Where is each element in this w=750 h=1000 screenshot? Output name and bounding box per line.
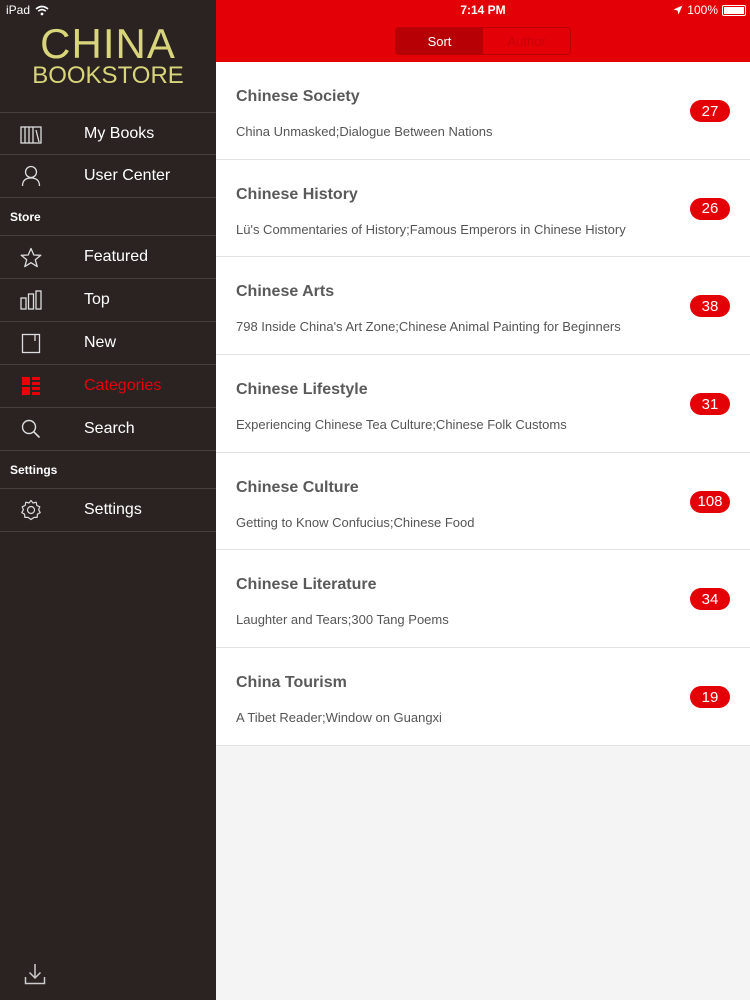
sidebar-item-top[interactable]: Top	[0, 279, 216, 322]
sidebar-item-label: Search	[84, 420, 135, 437]
list-item[interactable]: Chinese Society China Unmasked;Dialogue …	[216, 62, 750, 160]
status-time: 7:14 PM	[460, 3, 506, 17]
books-icon	[0, 112, 84, 155]
sidebar: iPad CHINA BOOKSTORE My Books User Cente…	[0, 0, 216, 1000]
category-subtitle: China Unmasked;Dialogue Between Nations	[236, 124, 493, 139]
author-tab[interactable]: Author	[483, 28, 570, 54]
category-subtitle: A Tibet Reader;Window on Guangxi	[236, 710, 442, 726]
category-subtitle: Laughter and Tears;300 Tang Poems	[236, 612, 449, 628]
sidebar-item-settings[interactable]: Settings	[0, 489, 216, 532]
count-badge: 27	[690, 100, 730, 122]
sort-tab[interactable]: Sort	[396, 28, 483, 54]
section-header-settings: Settings	[0, 451, 216, 489]
count-badge: 108	[690, 490, 730, 513]
sidebar-item-my-books[interactable]: My Books	[0, 112, 216, 155]
logo-line2: BOOKSTORE	[32, 62, 184, 89]
logo-line1: CHINA	[40, 20, 176, 67]
list-item[interactable]: China Tourism A Tibet Reader;Window on G…	[216, 648, 750, 746]
gear-icon	[0, 489, 84, 532]
bar-chart-icon	[0, 279, 84, 322]
category-title: Chinese Culture	[236, 478, 359, 496]
device-label: iPad	[6, 3, 31, 17]
sidebar-item-label: My Books	[84, 124, 155, 142]
sort-segmented-control: Sort Author	[395, 27, 571, 55]
location-arrow-icon	[673, 5, 683, 15]
wifi-icon	[35, 5, 49, 15]
status-right: 100%	[673, 3, 746, 17]
list-item[interactable]: Chinese Culture Getting to Know Confuciu…	[216, 452, 750, 551]
new-book-icon	[0, 322, 84, 365]
star-icon	[0, 236, 84, 279]
category-title: China Tourism	[236, 674, 347, 692]
battery-icon	[722, 4, 746, 16]
search-icon	[0, 408, 84, 451]
category-title: Chinese History	[236, 185, 358, 203]
battery-percent: 100%	[687, 3, 718, 17]
download-icon[interactable]	[24, 963, 46, 990]
list-item[interactable]: Chinese Arts 798 Inside China's Art Zone…	[216, 257, 750, 356]
top-bar: 7:14 PM 100% Sort Author	[216, 0, 750, 62]
count-badge: 31	[690, 393, 730, 416]
sidebar-item-label: Settings	[84, 501, 142, 518]
count-badge: 26	[690, 197, 730, 220]
count-badge: 38	[690, 295, 730, 318]
sidebar-item-featured[interactable]: Featured	[0, 236, 216, 279]
list-item[interactable]: Chinese Lifestyle Experiencing Chinese T…	[216, 355, 750, 453]
sidebar-item-categories[interactable]: Categories	[0, 365, 216, 408]
category-subtitle: Getting to Know Confucius;Chinese Food	[236, 514, 475, 530]
category-subtitle: Lü's Commentaries of History;Famous Empe…	[236, 221, 626, 237]
sidebar-item-label: Featured	[84, 248, 149, 265]
sidebar-item-label: New	[84, 334, 117, 351]
count-badge: 34	[690, 588, 730, 611]
sidebar-item-user-center[interactable]: User Center	[0, 155, 216, 198]
user-icon	[0, 155, 84, 198]
category-title: Chinese Literature	[236, 576, 377, 594]
category-title: Chinese Arts	[236, 283, 335, 301]
sidebar-item-label: Categories	[84, 377, 162, 394]
app-logo: CHINA BOOKSTORE	[0, 22, 216, 88]
grid-icon	[0, 365, 84, 408]
category-subtitle: Experiencing Chinese Tea Culture;Chinese…	[236, 417, 567, 433]
sidebar-item-new[interactable]: New	[0, 322, 216, 365]
count-badge: 19	[690, 686, 730, 709]
sidebar-item-search[interactable]: Search	[0, 408, 216, 451]
category-list: Chinese Society China Unmasked;Dialogue …	[216, 62, 750, 746]
sidebar-item-label: User Center	[84, 167, 171, 184]
list-item[interactable]: Chinese History Lü's Commentaries of His…	[216, 159, 750, 258]
sidebar-item-label: Top	[84, 291, 110, 308]
status-left: iPad	[6, 3, 49, 17]
category-subtitle: 798 Inside China's Art Zone;Chinese Anim…	[236, 319, 621, 335]
sidebar-nav: My Books User Center Store Featured Top …	[0, 112, 216, 532]
category-title: Chinese Lifestyle	[236, 381, 368, 399]
section-header-store: Store	[0, 198, 216, 236]
list-item[interactable]: Chinese Literature Laughter and Tears;30…	[216, 550, 750, 649]
category-title: Chinese Society	[236, 88, 360, 105]
